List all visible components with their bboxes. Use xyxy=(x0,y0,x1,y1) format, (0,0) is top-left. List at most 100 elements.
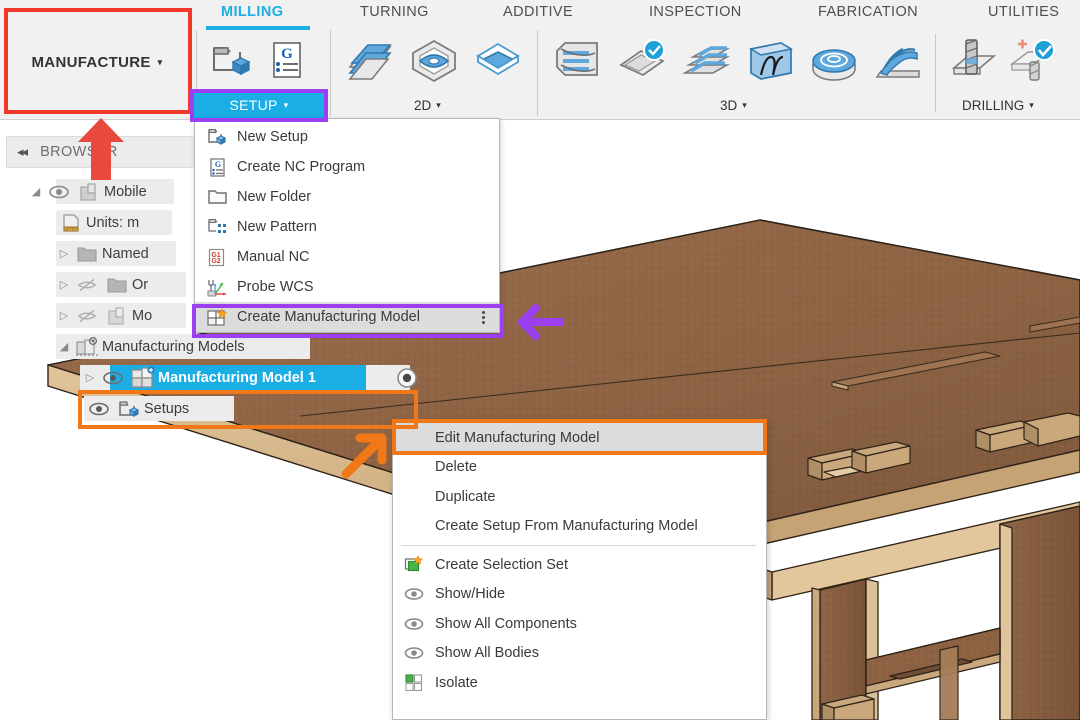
spiral-tool-icon[interactable] xyxy=(806,32,862,90)
menu-label-probe-wcs: Probe WCS xyxy=(237,279,314,295)
tree-label-manufacturing-models: Manufacturing Models xyxy=(102,338,245,355)
menu-item-new-pattern[interactable]: New Pattern xyxy=(195,212,499,242)
context-item-create-selection-set[interactable]: Create Selection Set xyxy=(393,550,766,580)
browser-title: BROWSER xyxy=(40,144,118,160)
workspace-switcher-button[interactable]: MANUFACTURE ▾ xyxy=(6,26,188,98)
context-label-duplicate: Duplicate xyxy=(435,488,496,505)
tree-label-named-views: Named xyxy=(102,245,149,262)
folder-grey-icon xyxy=(72,244,102,264)
context-label-show-hide: Show/Hide xyxy=(435,586,506,603)
document-icon xyxy=(102,305,132,327)
tree-row-manufacturing-models[interactable]: ◢ Manufacturing Models xyxy=(0,331,400,362)
create-nc-program-tool-icon[interactable]: G xyxy=(258,32,314,90)
menu-item-probe-wcs[interactable]: Probe WCS xyxy=(195,272,499,302)
tree-row-setups[interactable]: Setups xyxy=(0,393,400,424)
browser-header[interactable]: ◂◂ BROWSER xyxy=(6,136,198,168)
visibility-hidden-eye-icon[interactable] xyxy=(72,278,102,292)
expander-icon[interactable]: ▷ xyxy=(56,278,72,291)
add-probe-tool-icon[interactable] xyxy=(1005,32,1061,90)
chevron-down-icon: ▾ xyxy=(1029,100,1034,110)
menu-item-create-manufacturing-model[interactable]: Create Manufacturing Model xyxy=(195,302,499,332)
face-tool-icon[interactable] xyxy=(342,32,398,90)
setups-folder-icon xyxy=(114,398,144,420)
menu-label-manual-nc: Manual NC xyxy=(237,249,310,265)
tab-fabrication[interactable]: FABRICATION xyxy=(818,4,918,20)
context-item-show-hide[interactable]: Show/Hide xyxy=(393,580,766,610)
eye-icon xyxy=(401,587,427,601)
tree-label-origin: Or xyxy=(132,276,149,293)
workspace-switcher-label: MANUFACTURE xyxy=(31,53,151,71)
context-label-create-setup-from-manufacturing-model: Create Setup From Manufacturing Model xyxy=(435,518,698,535)
more-options-kebab-icon[interactable] xyxy=(482,310,485,324)
drilling-group-label: DRILLING xyxy=(962,98,1025,113)
expander-icon[interactable]: ◢ xyxy=(56,340,72,353)
svg-text:G: G xyxy=(214,160,220,169)
collapse-panel-icon[interactable]: ◂◂ xyxy=(17,144,28,160)
tab-utilities[interactable]: UTILITIES xyxy=(988,4,1059,20)
selection-set-icon xyxy=(401,555,427,574)
expander-icon[interactable]: ▷ xyxy=(56,247,72,260)
context-item-show-all-bodies[interactable]: Show All Bodies xyxy=(393,639,766,669)
menu-item-create-nc-program[interactable]: G Create NC Program xyxy=(195,152,499,182)
tab-additive[interactable]: ADDITIVE xyxy=(503,4,573,20)
drill-tool-icon[interactable] xyxy=(945,32,1001,90)
2d-adaptive-tool-icon[interactable] xyxy=(406,32,462,90)
menu-label-create-nc-program: Create NC Program xyxy=(237,159,366,175)
scallop-tool-icon[interactable] xyxy=(742,32,798,90)
2d-group-label: 2D xyxy=(414,98,432,113)
context-label-isolate: Isolate xyxy=(435,674,478,691)
expander-icon[interactable]: ▷ xyxy=(56,309,72,322)
chevron-down-icon: ▾ xyxy=(436,100,441,110)
context-item-isolate[interactable]: Isolate xyxy=(393,668,766,698)
tree-row-manufacturing-model-1[interactable]: ▷ Manufacturing Model 1 xyxy=(0,362,417,393)
manufacturing-model-context-menu: Edit Manufacturing Model Delete Duplicat… xyxy=(392,419,767,720)
context-label-edit-manufacturing-model: Edit Manufacturing Model xyxy=(435,429,600,446)
expander-icon[interactable]: ▷ xyxy=(82,371,98,384)
expander-icon[interactable]: ◢ xyxy=(28,185,44,198)
context-menu-divider xyxy=(401,545,756,546)
active-tab-underline xyxy=(206,26,310,30)
visibility-eye-icon[interactable] xyxy=(44,185,74,199)
setup-group-label: SETUP xyxy=(229,97,278,113)
ribbon-divider-2d xyxy=(537,30,538,116)
pattern-icon xyxy=(203,217,231,237)
new-setup-tool-icon[interactable] xyxy=(202,32,258,90)
3d-group-label: 3D xyxy=(720,98,738,113)
context-item-edit-manufacturing-model[interactable]: Edit Manufacturing Model xyxy=(393,423,766,453)
folder-icon xyxy=(203,188,231,206)
eye-icon xyxy=(401,646,427,660)
context-label-show-all-components: Show All Components xyxy=(435,615,577,632)
manufacturing-model-icon xyxy=(128,365,158,390)
visibility-eye-icon[interactable] xyxy=(84,402,114,416)
context-item-show-all-components[interactable]: Show All Components xyxy=(393,609,766,639)
parallel-tool-icon[interactable] xyxy=(614,32,670,90)
tree-label-units: Units: m xyxy=(86,214,140,231)
active-model-radio-icon[interactable] xyxy=(396,367,418,394)
context-item-create-setup-from-manufacturing-model[interactable]: Create Setup From Manufacturing Model xyxy=(393,512,766,542)
menu-item-new-setup[interactable]: New Setup xyxy=(195,122,499,152)
menu-item-new-folder[interactable]: New Folder xyxy=(195,182,499,212)
isolate-icon xyxy=(401,673,427,692)
tab-milling[interactable]: MILLING xyxy=(221,4,283,20)
ribbon-divider-setup xyxy=(330,30,331,116)
tab-turning[interactable]: TURNING xyxy=(360,4,429,20)
tree-label-setups: Setups xyxy=(144,400,190,417)
visibility-hidden-eye-icon[interactable] xyxy=(72,309,102,323)
visibility-eye-icon[interactable] xyxy=(98,371,128,385)
2d-group-label-wrap[interactable]: 2D ▾ xyxy=(414,98,441,113)
menu-label-new-setup: New Setup xyxy=(237,129,308,145)
context-label-show-all-bodies: Show All Bodies xyxy=(435,645,539,662)
setup-group-dropdown[interactable]: SETUP ▾ xyxy=(194,92,324,118)
contour-3d-tool-icon[interactable] xyxy=(678,32,734,90)
context-item-duplicate[interactable]: Duplicate xyxy=(393,482,766,512)
tab-inspection[interactable]: INSPECTION xyxy=(649,4,742,20)
menu-item-manual-nc[interactable]: G1 G2 Manual NC xyxy=(195,242,499,272)
morphed-spiral-tool-icon[interactable] xyxy=(870,32,926,90)
eye-icon xyxy=(401,617,427,631)
2d-pocket-tool-icon[interactable] xyxy=(470,32,526,90)
menu-label-new-folder: New Folder xyxy=(237,189,312,205)
3d-group-label-wrap[interactable]: 3D ▾ xyxy=(720,98,747,113)
context-item-delete[interactable]: Delete xyxy=(393,453,766,483)
drilling-group-label-wrap[interactable]: DRILLING ▾ xyxy=(962,98,1034,113)
adaptive-clearing-tool-icon[interactable] xyxy=(550,32,606,90)
